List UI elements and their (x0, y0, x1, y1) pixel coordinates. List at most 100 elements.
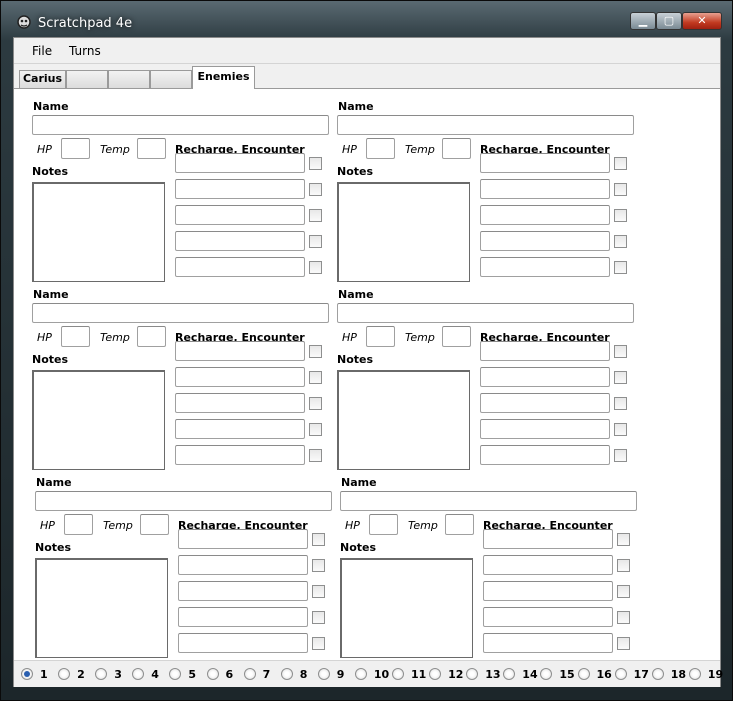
temp-input[interactable] (140, 514, 169, 535)
power-slot-input[interactable] (480, 153, 610, 173)
power-slot-input[interactable] (483, 607, 613, 627)
turn-radio-10[interactable] (354, 668, 367, 680)
turn-radio-6[interactable] (206, 668, 219, 680)
tab-carius[interactable]: Carius (19, 70, 66, 88)
notes-textarea[interactable] (32, 370, 165, 470)
temp-input[interactable] (442, 326, 471, 347)
power-slot-input[interactable] (483, 555, 613, 575)
power-slot-input[interactable] (178, 555, 308, 575)
power-slot-input[interactable] (483, 581, 613, 601)
power-used-checkbox[interactable] (312, 611, 325, 624)
hp-input[interactable] (366, 138, 395, 159)
minimize-button[interactable]: ▁ (630, 12, 656, 30)
power-used-checkbox[interactable] (614, 423, 627, 436)
power-slot-input[interactable] (175, 231, 305, 251)
power-slot-input[interactable] (480, 205, 610, 225)
turn-radio-7[interactable] (243, 668, 256, 680)
power-slot-input[interactable] (480, 393, 610, 413)
turn-radio-13[interactable] (466, 668, 479, 680)
notes-textarea[interactable] (340, 558, 473, 658)
power-used-checkbox[interactable] (312, 533, 325, 546)
power-slot-input[interactable] (483, 529, 613, 549)
power-used-checkbox[interactable] (617, 559, 630, 572)
turn-radio-2[interactable] (58, 668, 71, 680)
power-used-checkbox[interactable] (312, 637, 325, 650)
menu-file[interactable]: File (32, 44, 52, 58)
enemy-name-input[interactable] (337, 303, 634, 323)
power-used-checkbox[interactable] (309, 423, 322, 436)
hp-input[interactable] (61, 138, 90, 159)
power-used-checkbox[interactable] (614, 235, 627, 248)
power-slot-input[interactable] (480, 367, 610, 387)
enemy-name-input[interactable] (32, 303, 329, 323)
power-slot-input[interactable] (175, 445, 305, 465)
power-used-checkbox[interactable] (309, 209, 322, 222)
power-used-checkbox[interactable] (617, 585, 630, 598)
turn-radio-5[interactable] (169, 668, 182, 680)
power-slot-input[interactable] (178, 581, 308, 601)
power-used-checkbox[interactable] (614, 261, 627, 274)
power-used-checkbox[interactable] (614, 157, 627, 170)
power-slot-input[interactable] (480, 445, 610, 465)
power-slot-input[interactable] (175, 419, 305, 439)
power-slot-input[interactable] (480, 341, 610, 361)
power-used-checkbox[interactable] (312, 585, 325, 598)
enemy-name-input[interactable] (32, 115, 329, 135)
notes-textarea[interactable] (337, 182, 470, 282)
tab-unnamed-2[interactable] (108, 70, 150, 88)
menu-turns[interactable]: Turns (69, 44, 101, 58)
power-used-checkbox[interactable] (617, 533, 630, 546)
close-button[interactable]: ✕ (682, 12, 722, 30)
temp-input[interactable] (442, 138, 471, 159)
turn-radio-19[interactable] (688, 668, 701, 680)
notes-textarea[interactable] (35, 558, 168, 658)
notes-textarea[interactable] (337, 370, 470, 470)
power-slot-input[interactable] (480, 179, 610, 199)
power-slot-input[interactable] (175, 341, 305, 361)
enemy-name-input[interactable] (35, 491, 332, 511)
power-slot-input[interactable] (178, 633, 308, 653)
turn-radio-4[interactable] (132, 668, 145, 680)
power-used-checkbox[interactable] (614, 371, 627, 384)
title-bar[interactable]: Scratchpad 4e ▁ ▢ ✕ (0, 0, 733, 36)
power-used-checkbox[interactable] (309, 183, 322, 196)
power-slot-input[interactable] (480, 257, 610, 277)
power-used-checkbox[interactable] (312, 559, 325, 572)
turn-radio-11[interactable] (392, 668, 404, 680)
turn-radio-9[interactable] (317, 668, 330, 680)
power-used-checkbox[interactable] (614, 449, 627, 462)
power-used-checkbox[interactable] (309, 371, 322, 384)
turn-radio-14[interactable] (503, 668, 516, 680)
turn-radio-17[interactable] (614, 668, 627, 680)
temp-input[interactable] (137, 138, 166, 159)
turn-radio-15[interactable] (540, 668, 553, 680)
turn-radio-8[interactable] (280, 668, 293, 680)
turn-radio-16[interactable] (577, 668, 590, 680)
power-slot-input[interactable] (175, 153, 305, 173)
power-used-checkbox[interactable] (614, 183, 627, 196)
power-slot-input[interactable] (175, 257, 305, 277)
power-used-checkbox[interactable] (614, 209, 627, 222)
power-slot-input[interactable] (480, 419, 610, 439)
maximize-button[interactable]: ▢ (656, 12, 682, 30)
hp-input[interactable] (369, 514, 398, 535)
tab-unnamed-1[interactable] (66, 70, 108, 88)
power-slot-input[interactable] (178, 529, 308, 549)
temp-input[interactable] (445, 514, 474, 535)
power-slot-input[interactable] (175, 393, 305, 413)
enemy-name-input[interactable] (337, 115, 634, 135)
power-used-checkbox[interactable] (309, 345, 322, 358)
hp-input[interactable] (64, 514, 93, 535)
power-slot-input[interactable] (178, 607, 308, 627)
temp-input[interactable] (137, 326, 166, 347)
power-slot-input[interactable] (175, 367, 305, 387)
power-used-checkbox[interactable] (309, 261, 322, 274)
tab-enemies[interactable]: Enemies (192, 66, 255, 89)
turn-radio-12[interactable] (429, 668, 442, 680)
notes-textarea[interactable] (32, 182, 165, 282)
enemy-name-input[interactable] (340, 491, 637, 511)
power-used-checkbox[interactable] (617, 637, 630, 650)
power-used-checkbox[interactable] (617, 611, 630, 624)
turn-radio-18[interactable] (651, 668, 664, 680)
power-used-checkbox[interactable] (309, 235, 322, 248)
